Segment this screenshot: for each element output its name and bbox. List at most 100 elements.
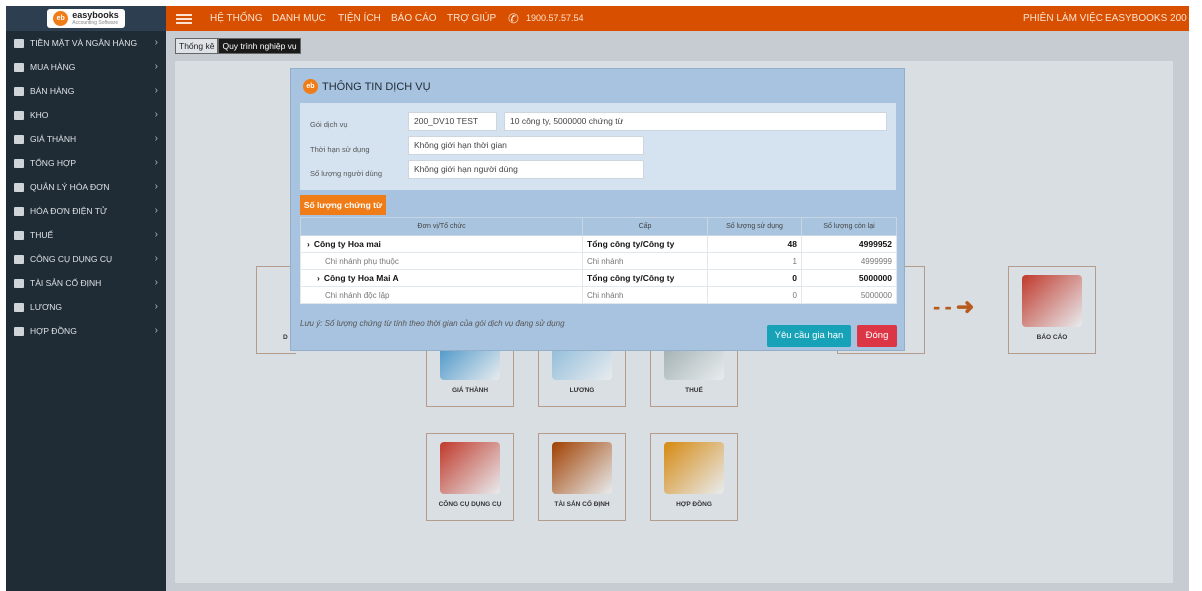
menu-danh-muc[interactable]: DANH MỤC — [272, 6, 326, 31]
expand-chevron-icon[interactable]: › — [317, 273, 320, 283]
sidebar-item[interactable]: MUA HÀNG › — [6, 55, 166, 79]
cell-used: 48 — [707, 235, 802, 253]
sidebar-item-label: GIÁ THÀNH — [30, 134, 77, 144]
top-navbar: eb easybooks Accounting Software HỆ THỐN… — [6, 6, 1189, 31]
sidebar-item-label: HỢP ĐỒNG — [30, 326, 77, 336]
document-icon — [14, 158, 24, 168]
table-row[interactable]: › Công ty Hoa Mai A Tổng công ty/Công ty 0 5… — [300, 269, 897, 287]
chevron-right-icon: › — [154, 61, 158, 72]
menu-he-thong[interactable]: HỆ THỐNG — [210, 6, 263, 31]
tab-voucher-quota[interactable]: Số lượng chứng từ — [300, 195, 386, 215]
dialog-title: THÔNG TIN DỊCH VỤ — [322, 80, 431, 93]
workflow-tile-tai-san-co-dinh[interactable]: TÀI SẢN CỐ ĐỊNH — [538, 433, 626, 521]
document-icon — [14, 254, 24, 264]
column-header-unit: Đơn vị/Tổ chức — [300, 217, 583, 236]
sidebar-item-label: QUẢN LÝ HÓA ĐƠN — [30, 182, 110, 192]
tile-label: GIÁ THÀNH — [451, 387, 489, 394]
tile-label: LƯƠNG — [569, 387, 595, 394]
sidebar-item[interactable]: HÓA ĐƠN ĐIỆN TỬ › — [6, 199, 166, 223]
logo[interactable]: eb easybooks Accounting Software — [6, 6, 166, 31]
bank-icon — [14, 38, 24, 48]
sidebar-item-label: HÓA ĐƠN ĐIỆN TỬ — [30, 206, 108, 216]
chevron-right-icon: › — [154, 85, 158, 96]
sidebar-item-label: LƯƠNG — [30, 302, 63, 312]
chevron-right-icon: › — [154, 229, 158, 240]
tab-workflow[interactable]: Quy trình nghiệp vụ — [218, 38, 301, 54]
table-row[interactable]: › Công ty Hoa mai Tổng công ty/Công ty 48 49… — [300, 235, 897, 253]
unit-name: Công ty Hoa Mai A — [323, 273, 399, 283]
sidebar-item-label: TÀI SẢN CỐ ĐỊNH — [30, 278, 102, 288]
sidebar-item[interactable]: THUẾ › — [6, 223, 166, 247]
cell-used: 0 — [707, 286, 802, 304]
chevron-right-icon: › — [154, 325, 158, 336]
workflow-tile-bao-cao[interactable]: BÁO CÁO — [1008, 266, 1096, 354]
chevron-right-icon: › — [154, 109, 158, 120]
briefcase-icon — [14, 278, 24, 288]
table-row[interactable]: Chi nhánh độc lập Chi nhánh 0 5000000 — [300, 286, 897, 304]
close-button[interactable]: Đóng — [857, 325, 897, 347]
cart-icon — [14, 62, 24, 72]
workflow-tile-cong-cu-dung-cu[interactable]: CÔNG CỤ DỤNG CỤ — [426, 433, 514, 521]
chevron-right-icon: › — [154, 277, 158, 288]
building-icon — [552, 442, 612, 494]
sidebar-item[interactable]: LƯƠNG › — [6, 295, 166, 319]
cell-level: Tổng công ty/Công ty — [582, 269, 708, 287]
tile-label: TÀI SẢN CỐ ĐỊNH — [554, 501, 610, 508]
sidebar-item-label: TỔNG HỢP — [30, 158, 77, 168]
sidebar-item[interactable]: TÀI SẢN CỐ ĐỊNH › — [6, 271, 166, 295]
quota-table: Đơn vị/Tổ chức Cấp Số lượng sử dụng Số l… — [300, 217, 897, 304]
sidebar-item[interactable]: TIỀN MẶT VÀ NGÂN HÀNG › — [6, 31, 166, 55]
service-info-dialog: eb THÔNG TIN DỊCH VỤ Gói dịch vụ 200_DV1… — [290, 68, 905, 351]
expand-chevron-icon[interactable]: › — [307, 239, 310, 249]
sidebar-item-label: CÔNG CỤ DỤNG CỤ — [30, 254, 113, 264]
column-header-level: Cấp — [582, 217, 708, 236]
duration-field[interactable]: Không giới hạn thời gian — [408, 136, 644, 155]
report-clipboard-icon — [1022, 275, 1082, 327]
document-icon — [14, 230, 24, 240]
tab-statistics[interactable]: Thống kê — [175, 38, 219, 54]
sidebar-item[interactable]: CÔNG CỤ DỤNG CỤ › — [6, 247, 166, 271]
chevron-right-icon: › — [154, 253, 158, 264]
company-name: EASYBOOKS 200 — [1105, 13, 1187, 24]
sidebar-item[interactable]: TỔNG HỢP › — [6, 151, 166, 175]
sidebar-item[interactable]: GIÁ THÀNH › — [6, 127, 166, 151]
unit-name: Công ty Hoa mai — [313, 239, 381, 249]
workflow-tile-hop-dong[interactable]: HỢP ĐỒNG — [650, 433, 738, 521]
menu-bao-cao[interactable]: BÁO CÁO — [391, 6, 437, 31]
users-field[interactable]: Không giới hạn người dùng — [408, 160, 644, 179]
logo-text: easybooks Accounting Software — [72, 11, 119, 27]
app-window: eb easybooks Accounting Software HỆ THỐN… — [6, 6, 1189, 591]
menu-tro-giup[interactable]: TRỢ GIÚP — [447, 6, 496, 31]
contract-icon — [664, 442, 724, 494]
warehouse-icon — [14, 110, 24, 120]
sidebar-item[interactable]: KHO › — [6, 103, 166, 127]
company-selector[interactable]: EASYBOOKS 200 ⌄ — [1105, 6, 1189, 31]
tile-label: BÁO CÁO — [1036, 334, 1068, 341]
sidebar-item[interactable]: HỢP ĐỒNG › — [6, 319, 166, 343]
cell-used: 0 — [707, 269, 802, 287]
table-row[interactable]: Chi nhánh phụ thuộc Chi nhánh 1 4999999 — [300, 252, 897, 270]
package-description-field[interactable]: 10 công ty, 5000000 chứng từ — [504, 112, 887, 131]
cart-icon — [14, 86, 24, 96]
sidebar-item-label: BÁN HÀNG — [30, 86, 75, 96]
document-icon — [14, 134, 24, 144]
document-icon — [14, 326, 24, 336]
package-code-field[interactable]: 200_DV10 TEST — [408, 112, 497, 131]
tile-label: HỢP ĐỒNG — [676, 501, 712, 508]
logo-badge-icon: eb — [53, 11, 69, 26]
cell-level: Chi nhánh — [582, 286, 708, 304]
menu-tien-ich[interactable]: TIỆN ÍCH — [338, 6, 381, 31]
cell-used: 1 — [707, 252, 802, 270]
tile-label: CÔNG CỤ DỤNG CỤ — [438, 501, 502, 508]
chevron-right-icon: › — [154, 133, 158, 144]
hamburger-menu-icon[interactable] — [176, 14, 192, 24]
sub-tab-bar: Thống kê Quy trình nghiệp vụ — [175, 38, 301, 54]
unit-name: Chi nhánh phụ thuộc — [325, 256, 399, 266]
session-menu[interactable]: PHIÊN LÀM VIỆC — [1023, 6, 1103, 31]
table-header-row: Đơn vị/Tổ chức Cấp Số lượng sử dụng Số l… — [300, 217, 897, 236]
sidebar-item[interactable]: QUẢN LÝ HÓA ĐƠN › — [6, 175, 166, 199]
unit-name: Chi nhánh độc lập — [325, 290, 390, 300]
request-renewal-button[interactable]: Yêu cầu gia hạn — [767, 325, 851, 347]
sidebar-item-label: TIỀN MẶT VÀ NGÂN HÀNG — [30, 38, 138, 48]
sidebar-item[interactable]: BÁN HÀNG › — [6, 79, 166, 103]
